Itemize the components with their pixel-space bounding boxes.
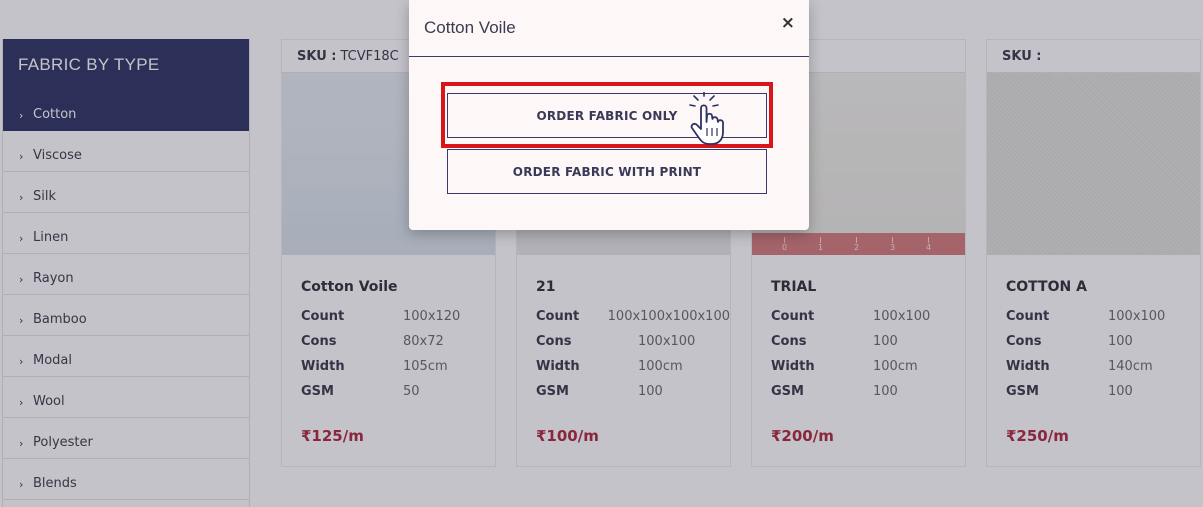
modal-header: Cotton Voile × xyxy=(409,0,809,57)
pointer-hand-icon xyxy=(689,92,724,145)
modal-title: Cotton Voile xyxy=(424,18,516,37)
close-icon[interactable]: × xyxy=(781,13,795,33)
order-options-modal: Cotton Voile × ORDER FABRIC ONLY ORDER F… xyxy=(409,0,809,230)
order-fabric-with-print-button[interactable]: ORDER FABRIC WITH PRINT xyxy=(447,149,767,194)
